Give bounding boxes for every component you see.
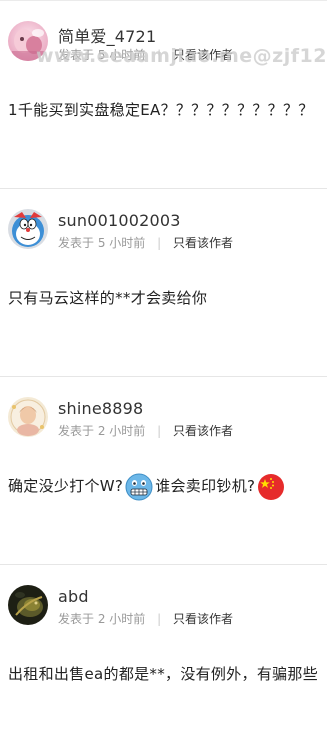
username[interactable]: abd xyxy=(58,587,89,606)
posted-time: 2 小时前 xyxy=(97,424,146,438)
post-item: abd 发表于 2 小时前 | 只看该作者 出租和出售ea的都是**，没有例外，… xyxy=(0,565,327,753)
posted-prefix: 发表于 xyxy=(58,236,95,250)
post-content: 确定没少打个W? 谁会卖印钞机? xyxy=(8,471,326,501)
username[interactable]: sun001002003 xyxy=(58,211,181,230)
content-text-part2: 谁会卖印钞机? xyxy=(155,477,256,495)
post-item: sun001002003 发表于 5 小时前 | 只看该作者 只有马云这样的**… xyxy=(0,189,327,377)
meta-separator: | xyxy=(157,612,162,626)
only-author-link[interactable]: 只看该作者 xyxy=(173,424,233,438)
meta-separator: | xyxy=(157,424,162,438)
username[interactable]: 简单爱_4721 xyxy=(58,23,156,47)
only-author-link[interactable]: 只看该作者 xyxy=(173,48,233,62)
posted-prefix: 发表于 xyxy=(58,48,95,62)
only-author-link[interactable]: 只看该作者 xyxy=(173,236,233,250)
post-content: 1千能买到实盘稳定EA？？？？？？？？？？ xyxy=(8,101,314,119)
post-header: sun001002003 发表于 5 小时前 | 只看该作者 xyxy=(8,209,318,253)
username[interactable]: shine8898 xyxy=(58,399,143,418)
avatar-doraemon-icon[interactable] xyxy=(8,209,48,249)
posted-prefix: 发表于 xyxy=(58,612,95,626)
grimace-emoji-icon xyxy=(125,473,153,501)
post-meta: 发表于 2 小时前 | 只看该作者 xyxy=(58,422,233,439)
post-meta: 发表于 2 小时前 | 只看该作者 xyxy=(58,610,233,627)
post-item: shine8898 发表于 2 小时前 | 只看该作者 确定没少打个W? 谁会卖… xyxy=(0,377,327,565)
post-meta: 发表于 5 小时前 | 只看该作者 xyxy=(58,46,233,63)
post-header: abd 发表于 2 小时前 | 只看该作者 xyxy=(8,585,318,629)
china-flag-emoji-icon xyxy=(257,473,285,501)
posted-time: 5 小时前 xyxy=(97,236,146,250)
avatar-dark-icon[interactable] xyxy=(8,585,48,625)
posted-time: 2 小时前 xyxy=(97,612,146,626)
post-header: shine8898 发表于 2 小时前 | 只看该作者 xyxy=(8,397,318,441)
content-text-part1: 确定没少打个W? xyxy=(8,477,124,495)
posted-prefix: 发表于 xyxy=(58,424,95,438)
posted-time: 5 小时前 xyxy=(97,48,146,62)
avatar-pink-icon[interactable] xyxy=(8,21,48,61)
meta-separator: | xyxy=(157,236,162,250)
avatar-portrait-icon[interactable] xyxy=(8,397,48,437)
only-author-link[interactable]: 只看该作者 xyxy=(173,612,233,626)
post-content: 出租和出售ea的都是**，没有例外，有骗那些 xyxy=(8,665,319,683)
post-content: 只有马云这样的**才会卖给你 xyxy=(8,289,208,307)
post-item: 简单爱_4721 发表于 5 小时前 | 只看该作者 1千能买到实盘稳定EA？？… xyxy=(0,1,327,189)
post-header: 简单爱_4721 发表于 5 小时前 | 只看该作者 xyxy=(8,21,318,65)
meta-separator: | xyxy=(157,48,162,62)
post-meta: 发表于 5 小时前 | 只看该作者 xyxy=(58,234,233,251)
